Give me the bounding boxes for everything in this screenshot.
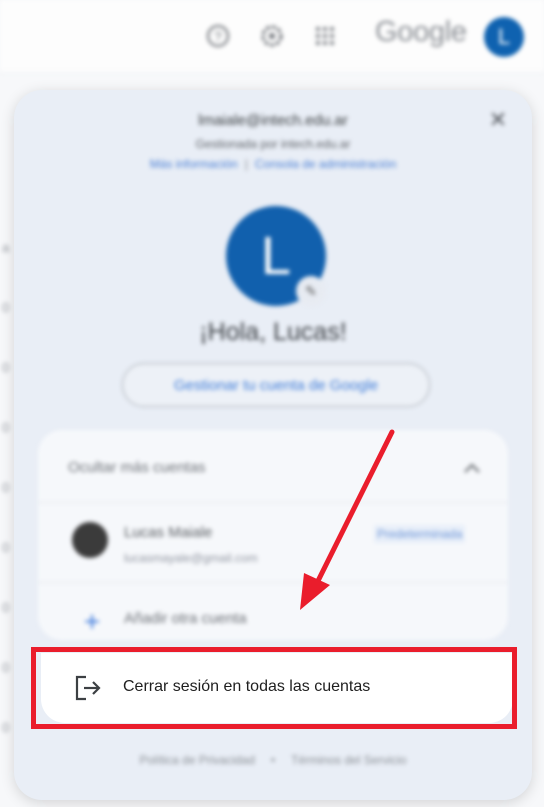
list-number: 0 [2,600,10,615]
plus-icon: + [83,606,101,637]
managed-by-text: Gestionada por intech.edu.ar [195,137,351,151]
greeting: ¡Hola, Lucas! [199,318,347,346]
account-name[interactable]: Lucas Maiale [124,524,212,541]
settings-icon[interactable] [258,22,286,50]
close-icon[interactable]: ✕ [486,107,510,132]
list-number: 0 [2,660,10,675]
list-number: 0 [2,420,10,435]
edit-photo-icon[interactable]: ✎ [296,276,326,306]
account-avatar[interactable]: L [484,17,524,57]
list-number: 0 [2,480,10,495]
google-logo[interactable]: Google [375,16,467,49]
divider [38,582,508,583]
svg-text:?: ? [214,29,221,44]
link-separator: | [244,157,248,171]
privacy-link[interactable]: Política de Privacidad [140,753,255,767]
list-number: 0 [2,540,10,555]
highlight-box [31,647,517,729]
manage-account-button[interactable]: Gestionar tu cuenta de Google [122,363,430,407]
footer-separator: • [270,753,276,767]
list-number: 0 [2,360,10,375]
account-avatar-photo [72,522,108,558]
account-secondary-email: lucasmayale@gmail.com [124,551,258,565]
hide-accounts-label[interactable]: Ocultar más cuentas [68,459,206,476]
list-number: 0 [2,720,10,735]
panel-footer: Política de Privacidad • Términos del Serv… [14,753,532,767]
default-badge: Predeterminada [374,525,466,543]
apps-icon[interactable] [311,22,339,50]
terms-link[interactable]: Términos del Servicio [291,753,406,767]
help-icon[interactable]: ? [204,22,232,50]
list-number: 0 [2,300,10,315]
more-info-link[interactable]: Más información [150,157,238,171]
top-bar: ? Google L [0,0,544,73]
info-links: Más información | Consola de administració… [14,157,532,171]
add-account-label[interactable]: Añadir otra cuenta [124,610,247,627]
list-number: a [2,240,10,255]
account-email: lmaiale@intech.edu.ar [198,112,348,129]
chevron-up-icon[interactable] [458,454,486,482]
admin-console-link[interactable]: Consola de administración [255,157,396,171]
accounts-section: Ocultar más cuentas Lucas Maiale lucasma… [38,430,508,640]
divider [38,502,508,503]
